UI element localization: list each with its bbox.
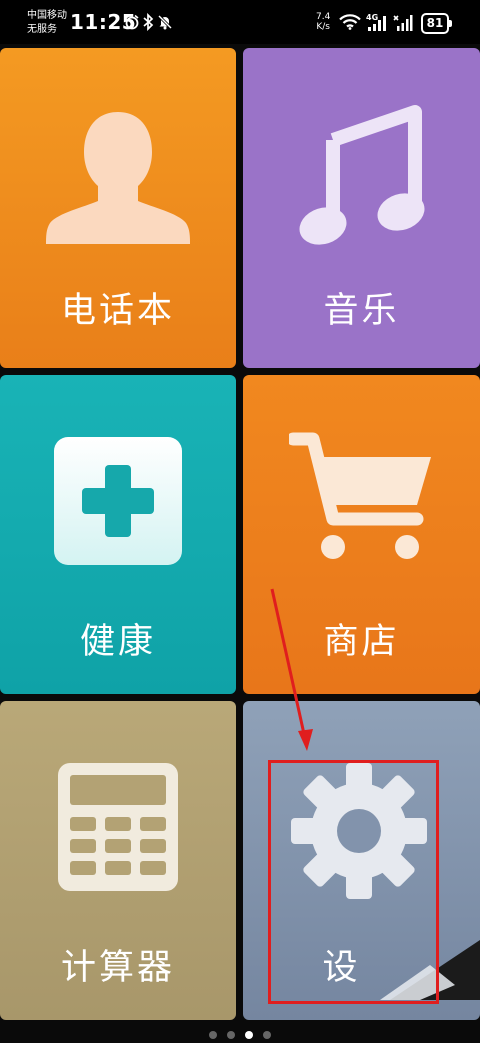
alarm-icon (125, 14, 139, 30)
person-icon (46, 112, 190, 244)
tile-music[interactable]: 音乐 (243, 48, 480, 368)
health-plus-icon (54, 437, 182, 565)
carrier-name: 中国移动 (27, 10, 67, 21)
signal-icon (368, 16, 386, 31)
service-status: 无服务 (27, 24, 57, 35)
network-speed: 7.4 K/s (316, 12, 330, 32)
tile-label-contacts: 电话本 (60, 291, 175, 331)
tile-contacts[interactable]: 电话本 (0, 48, 236, 368)
annotation-highlight-box (268, 760, 439, 1004)
music-note-icon (299, 105, 425, 245)
tile-label-music: 音乐 (323, 291, 400, 331)
bluetooth-icon (143, 13, 154, 31)
tile-label-health: 健康 (79, 622, 156, 662)
carrier-info: 中国移动 无服务 (27, 9, 67, 37)
network-speed-value: 7.4 (316, 12, 331, 22)
page-dot[interactable] (263, 1031, 271, 1039)
no-signal-icon (393, 15, 413, 31)
mute-icon (157, 14, 173, 30)
calculator-icon (58, 763, 178, 891)
shopping-cart-icon (289, 432, 431, 559)
page-dot-active[interactable] (245, 1031, 253, 1039)
wifi-icon (339, 14, 361, 30)
annotation-arrow (270, 588, 313, 751)
battery-indicator: 81 (421, 13, 452, 34)
tile-health[interactable]: 健康 (0, 375, 236, 694)
network-speed-unit: K/s (316, 22, 330, 32)
page-dot[interactable] (227, 1031, 235, 1039)
status-bar: 中国移动 无服务 11:25 7.4 K/s 4G 81 (0, 0, 480, 44)
page-indicator[interactable] (0, 1024, 480, 1039)
page-dot[interactable] (209, 1031, 217, 1039)
tile-label-calculator: 计算器 (60, 948, 175, 988)
tile-calculator[interactable]: 计算器 (0, 701, 236, 1020)
